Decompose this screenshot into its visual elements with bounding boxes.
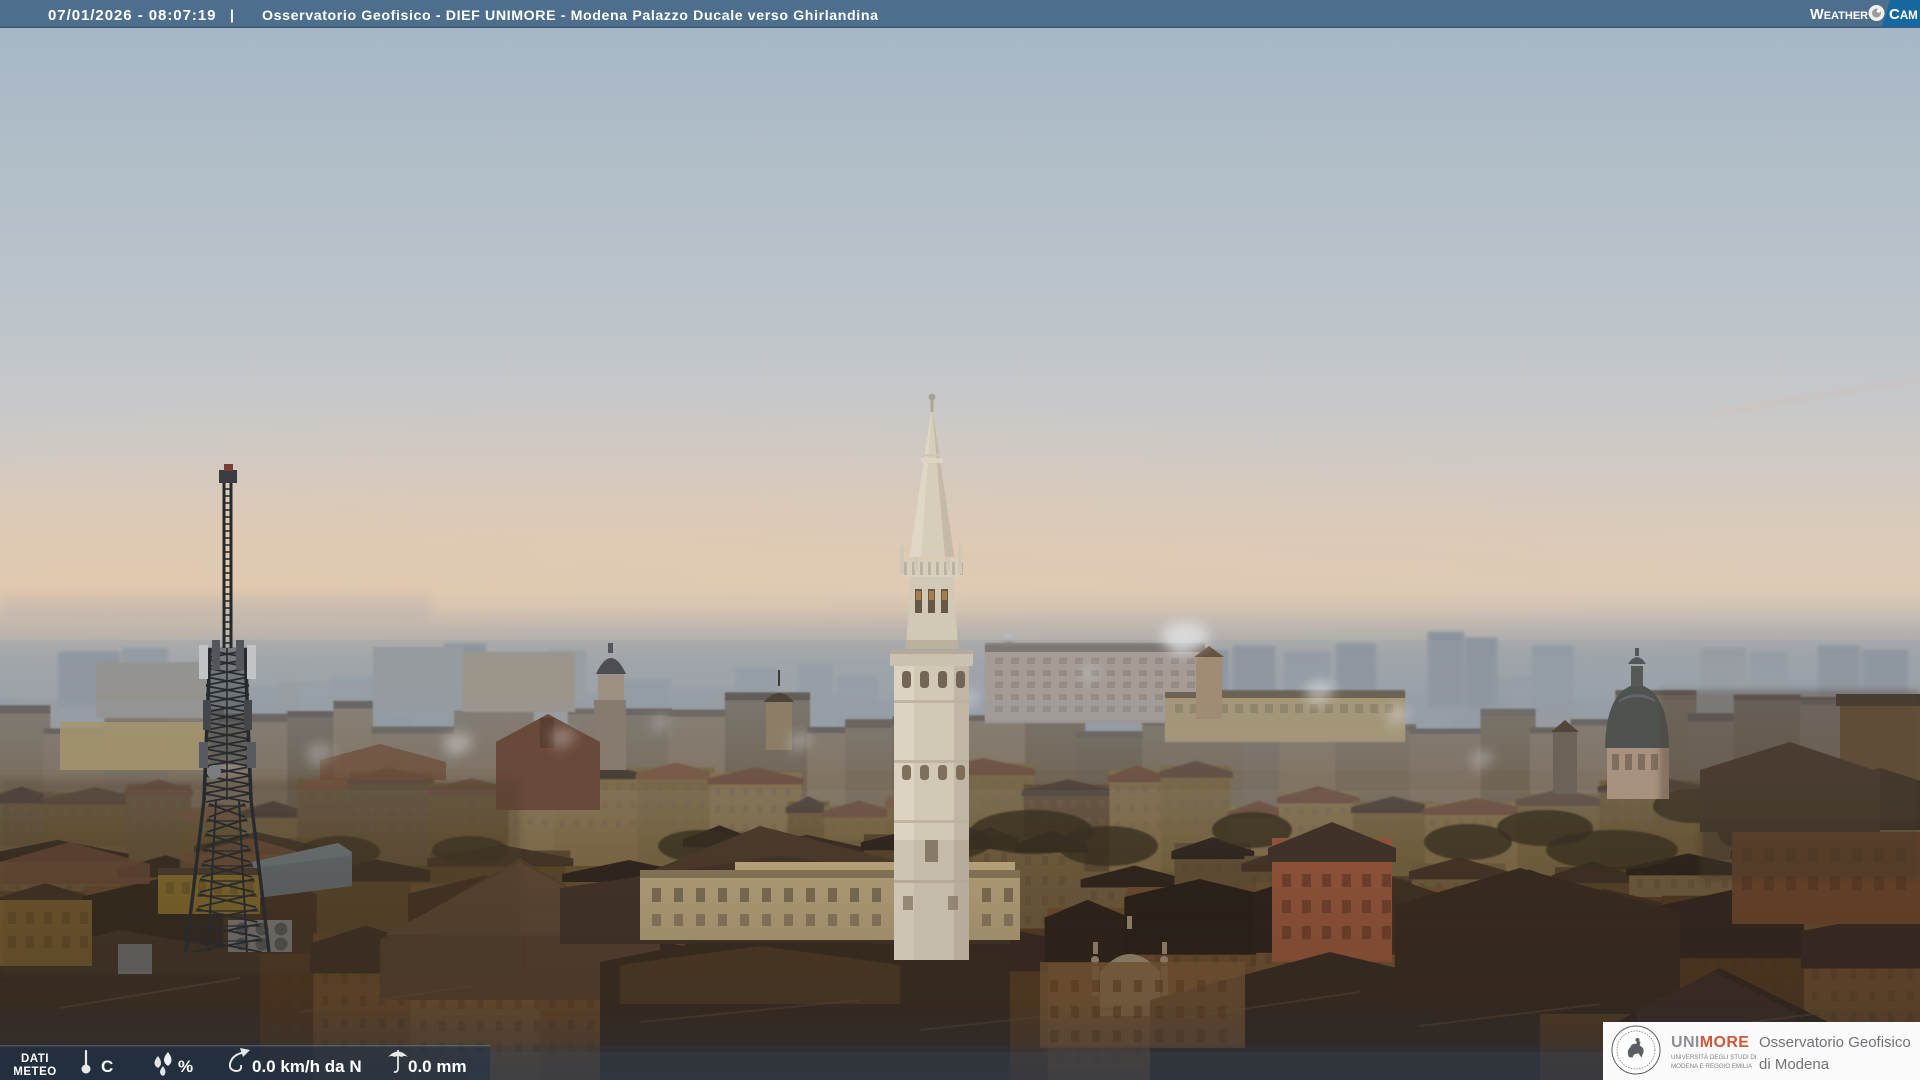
- svg-text:0.0 km/h da N: 0.0 km/h da N: [252, 1057, 362, 1076]
- svg-text:07/01/2026 - 08:07:19: 07/01/2026 - 08:07:19: [48, 7, 216, 24]
- svg-text:METEO: METEO: [13, 1066, 56, 1078]
- svg-text:|: |: [230, 7, 234, 23]
- svg-text:di Modena: di Modena: [1759, 1056, 1830, 1073]
- svg-text:UNIVERSITÀ DEGLI STUDI DI: UNIVERSITÀ DEGLI STUDI DI: [1671, 1054, 1757, 1061]
- svg-text:0.0 mm: 0.0 mm: [408, 1057, 467, 1076]
- svg-text:Osservatorio Geofisico - DIEF: Osservatorio Geofisico - DIEF UNIMORE - …: [262, 8, 879, 24]
- svg-text:C: C: [101, 1057, 113, 1076]
- svg-text:WEATHER: WEATHER: [1810, 7, 1868, 23]
- svg-text:MODENA E REGGIO EMILIA: MODENA E REGGIO EMILIA: [1671, 1063, 1753, 1070]
- svg-text:Osservatorio Geofisico: Osservatorio Geofisico: [1759, 1034, 1911, 1051]
- svg-text:%: %: [178, 1057, 193, 1076]
- svg-text:DATI: DATI: [21, 1053, 49, 1065]
- svg-text:UNIMORE: UNIMORE: [1671, 1034, 1749, 1051]
